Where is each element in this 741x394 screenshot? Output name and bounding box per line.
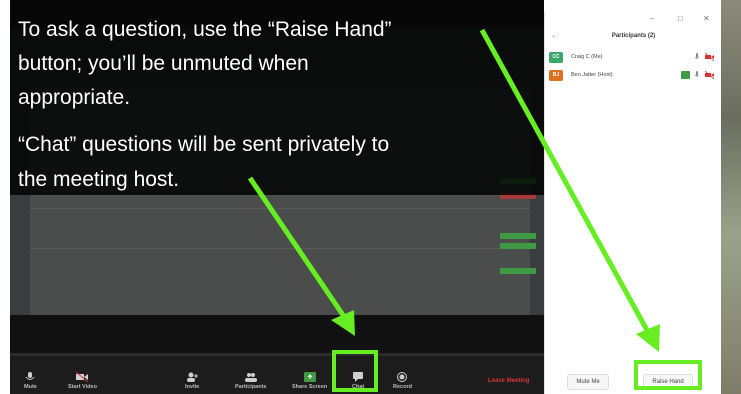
- video-strip: [10, 315, 544, 353]
- chat-highlight-box: [332, 350, 378, 392]
- mute-me-button[interactable]: Mute Me: [567, 374, 609, 390]
- leave-meeting-button[interactable]: Leave Meeting: [488, 378, 529, 384]
- instruction-line-3: appropriate.: [18, 86, 131, 109]
- participants-button[interactable]: Participants: [235, 372, 266, 390]
- maximize-icon[interactable]: □: [678, 14, 683, 23]
- microphone-icon[interactable]: [694, 53, 700, 61]
- avatar: BJ: [549, 70, 563, 81]
- minimize-icon[interactable]: –: [650, 14, 654, 23]
- doc-marker-green: [500, 268, 536, 274]
- participant-row[interactable]: BJ Ben Jatter (Host): [549, 70, 719, 84]
- microphone-icon: [26, 372, 35, 380]
- doc-line: [30, 208, 530, 209]
- start-video-label: Start Video: [68, 384, 97, 390]
- record-label: Record: [393, 384, 412, 390]
- participants-panel: – □ ✕ ⌄ Participants (2) CC Craig C (Me)…: [544, 12, 722, 394]
- instruction-line-2: button; you’ll be unmuted when: [18, 52, 309, 75]
- participants-label: Participants: [235, 384, 267, 390]
- add-person-icon: [187, 372, 199, 382]
- invite-button[interactable]: Invite: [185, 372, 199, 390]
- participant-name: Craig C (Me): [571, 54, 603, 60]
- record-button[interactable]: Record: [393, 372, 412, 390]
- video-camera-icon: [76, 372, 89, 382]
- screen-share-icon: [681, 71, 690, 79]
- doc-line: [30, 248, 530, 249]
- record-icon: [397, 372, 408, 382]
- raise-hand-highlight-box: [634, 360, 702, 390]
- participants-panel-title: Participants (2): [611, 33, 656, 39]
- share-screen-label: Share Screen: [292, 384, 328, 390]
- close-icon[interactable]: ✕: [703, 14, 710, 23]
- video-off-icon[interactable]: [705, 53, 714, 61]
- people-icon: [244, 373, 257, 382]
- instruction-line-5: the meeting host.: [18, 168, 180, 191]
- desktop-background: [721, 0, 741, 394]
- instruction-line-4: “Chat” questions will be sent privately …: [18, 133, 390, 156]
- slide-frame: Mute Start Video Invite Participants Sha…: [0, 0, 741, 394]
- doc-marker-green: [500, 243, 536, 249]
- microphone-icon[interactable]: [694, 71, 700, 79]
- doc-marker-green: [500, 233, 536, 239]
- mute-button[interactable]: Mute: [24, 372, 37, 390]
- instruction-line-1: To ask a question, use the “Raise Hand”: [18, 18, 392, 41]
- share-screen-button[interactable]: Share Screen: [292, 372, 327, 390]
- mute-label: Mute: [24, 384, 37, 390]
- participant-row[interactable]: CC Craig C (Me): [549, 52, 719, 66]
- share-screen-icon: [303, 372, 316, 382]
- invite-label: Invite: [185, 384, 200, 390]
- start-video-button[interactable]: Start Video: [68, 372, 97, 390]
- meeting-toolbar: Mute Start Video Invite Participants Sha…: [10, 356, 544, 394]
- video-off-icon[interactable]: [705, 71, 714, 79]
- participant-name: Ben Jatter (Host): [571, 72, 613, 78]
- avatar: CC: [549, 52, 563, 63]
